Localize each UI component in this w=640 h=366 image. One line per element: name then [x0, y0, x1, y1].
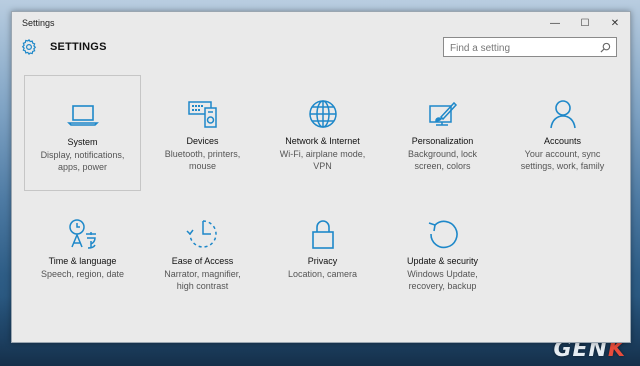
tile-description: Wi-Fi, airplane mode, VPN: [279, 149, 366, 171]
tile-description: Windows Update, recovery, backup: [407, 269, 478, 291]
minimize-button[interactable]: —: [540, 12, 570, 34]
close-button[interactable]: ✕: [600, 12, 630, 34]
settings-grid: System Display, notifications, apps, pow…: [24, 75, 624, 315]
tile-label: Devices: [186, 136, 219, 146]
tile-description: Narrator, magnifier, high contrast: [164, 269, 241, 291]
tile-description: Your account, sync settings, work, famil…: [520, 149, 605, 171]
tile-description: Bluetooth, printers, mouse: [164, 149, 241, 171]
tile-label: Time & language: [48, 256, 117, 266]
tile-system[interactable]: System Display, notifications, apps, pow…: [24, 75, 141, 191]
settings-window: Settings — ☐ ✕ SETTINGS System Dis: [11, 11, 631, 343]
tile-time-language[interactable]: Time & language Speech, region, date: [24, 195, 141, 311]
tile-label: System: [67, 137, 98, 147]
globe-icon: [308, 100, 337, 128]
tile-label: Ease of Access: [171, 256, 234, 266]
refresh-icon: [428, 220, 458, 249]
tile-label: Network & Internet: [285, 136, 360, 146]
gear-icon: [21, 38, 37, 56]
tile-description: Speech, region, date: [40, 269, 125, 279]
tile-label: Personalization: [411, 136, 474, 146]
tile-description: Background, lock screen, colors: [407, 149, 478, 171]
laptop-icon: [66, 105, 99, 126]
search-box: [443, 37, 617, 58]
tile-ease-of-access[interactable]: Ease of Access Narrator, magnifier, high…: [144, 195, 261, 311]
page-title: SETTINGS: [50, 41, 107, 53]
person-icon: [549, 100, 576, 129]
paint-icon: [428, 101, 457, 126]
search-input[interactable]: [444, 39, 600, 58]
tile-personalization[interactable]: Personalization Background, lock screen,…: [384, 75, 501, 191]
tile-network-internet[interactable]: Network & Internet Wi-Fi, airplane mode,…: [264, 75, 381, 191]
window-controls: — ☐ ✕: [540, 12, 630, 34]
maximize-button[interactable]: ☐: [570, 12, 600, 34]
lock-icon: [311, 220, 334, 249]
tile-label: Accounts: [543, 136, 582, 146]
settings-header: SETTINGS: [12, 36, 630, 72]
time-language-icon: [68, 219, 96, 249]
tile-label: Privacy: [307, 256, 338, 266]
tile-accounts[interactable]: Accounts Your account, sync settings, wo…: [504, 75, 621, 191]
search-icon[interactable]: [600, 42, 611, 53]
tile-description: Display, notifications, apps, power: [40, 150, 125, 172]
ease-of-access-icon: [185, 220, 217, 248]
tile-privacy[interactable]: Privacy Location, camera: [264, 195, 381, 311]
title-bar[interactable]: Settings — ☐ ✕: [12, 12, 630, 34]
tile-update-security[interactable]: Update & security Windows Update, recove…: [384, 195, 501, 311]
tile-devices[interactable]: Devices Bluetooth, printers, mouse: [144, 75, 261, 191]
tile-description: Location, camera: [287, 269, 358, 279]
window-title: Settings: [22, 18, 55, 28]
devices-icon: [187, 101, 217, 128]
tile-label: Update & security: [406, 256, 479, 266]
